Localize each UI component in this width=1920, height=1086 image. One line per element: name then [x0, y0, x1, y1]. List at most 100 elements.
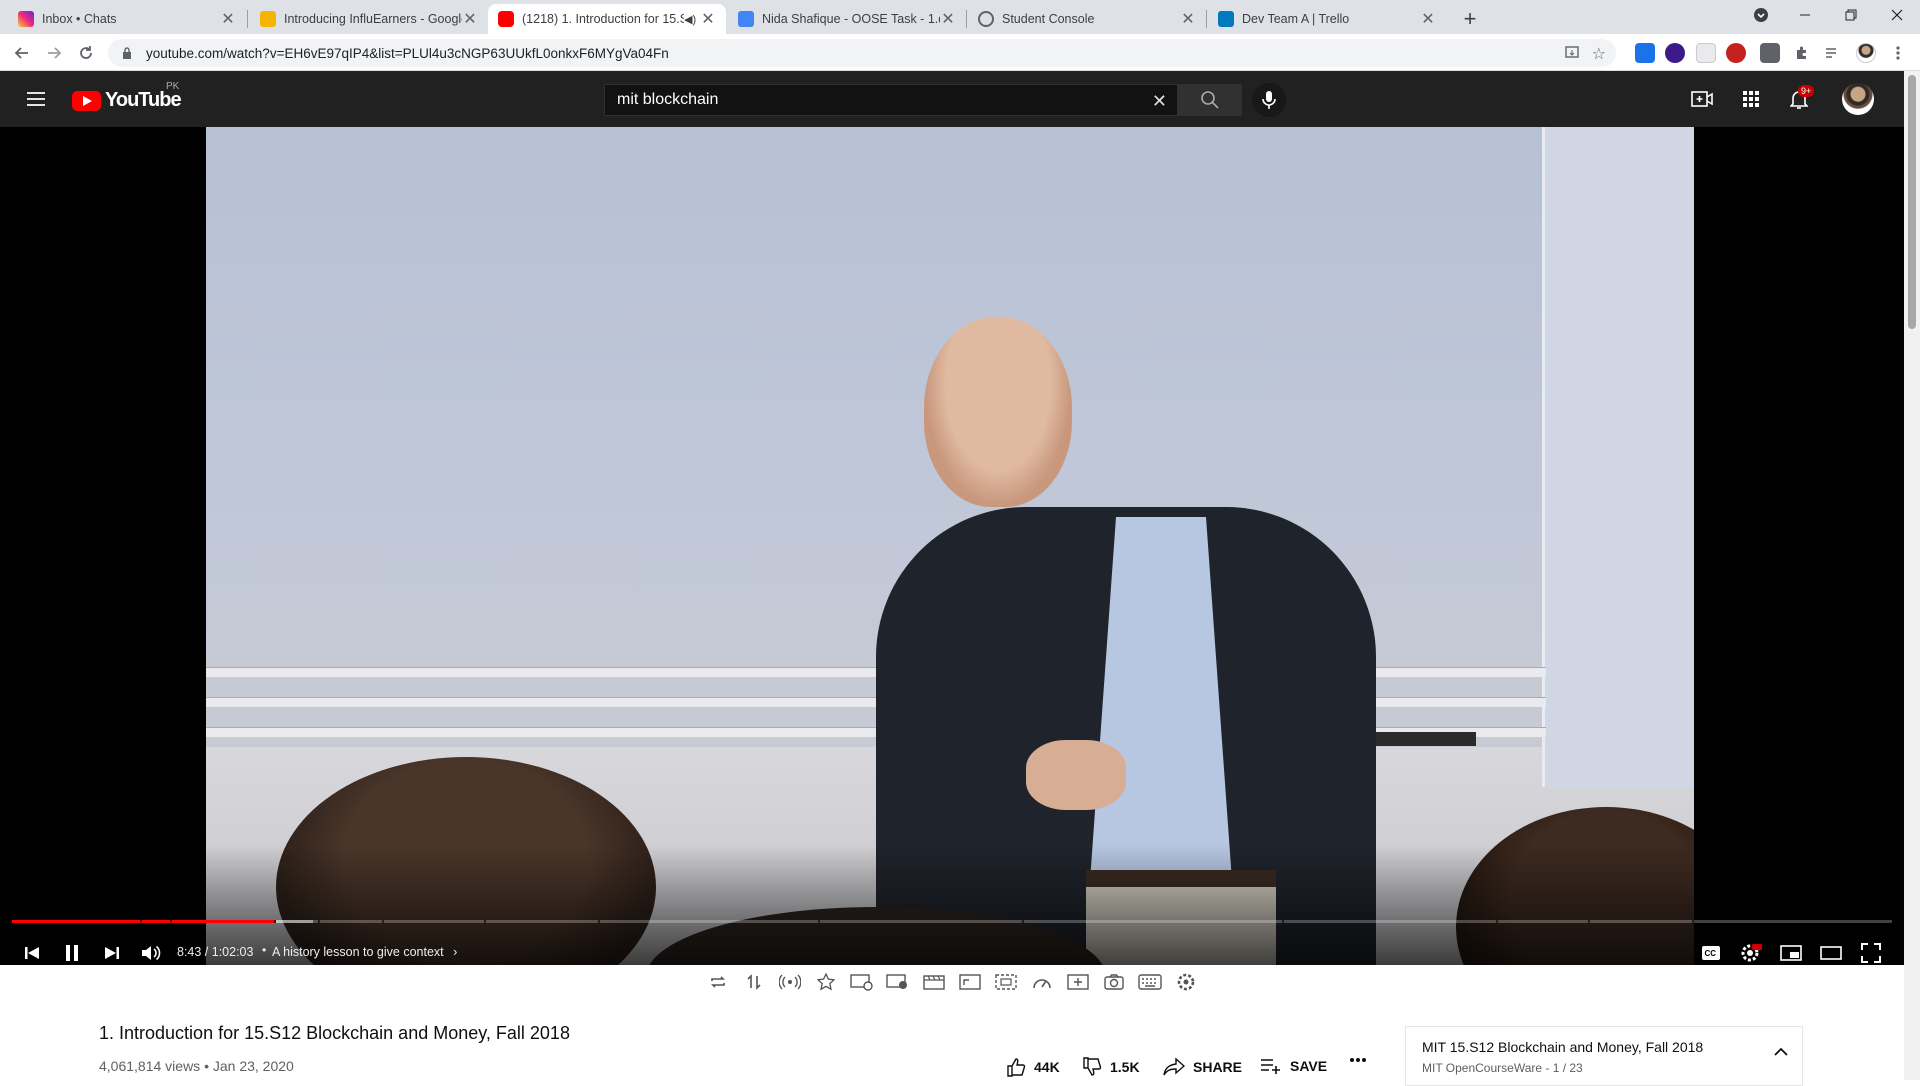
browser-toolbar: youtube.com/watch?v=EH6vE97qIP4&list=PLU… — [0, 34, 1920, 71]
chrome-menu-button[interactable] — [1886, 41, 1910, 65]
playlist-title[interactable]: MIT 15.S12 Blockchain and Money, Fall 20… — [1422, 1039, 1786, 1055]
restore-icon — [1845, 9, 1857, 21]
hide-overlay-icon[interactable] — [849, 970, 875, 994]
video-frame — [206, 127, 1694, 965]
reload-button[interactable] — [74, 41, 98, 65]
chapter-marker — [1282, 920, 1284, 923]
notification-badge: 9+ — [1798, 85, 1815, 97]
chapter-marker — [140, 920, 142, 923]
sort-icon[interactable] — [741, 970, 767, 994]
video-player[interactable]: 8:43 / 1:02:03 • A history lesson to giv… — [0, 127, 1904, 965]
speedometer-icon[interactable] — [1029, 970, 1055, 994]
extension-icon[interactable] — [1635, 43, 1655, 63]
media-control-button[interactable] — [1820, 41, 1844, 65]
settings-button[interactable] — [1733, 935, 1769, 965]
tab-student-console[interactable]: Student Console ✕ — [968, 4, 1206, 34]
chapter-title[interactable]: A history lesson to give context › — [272, 945, 457, 959]
apps-button[interactable] — [1739, 87, 1763, 111]
pip-icon[interactable] — [993, 970, 1019, 994]
chapter-marker — [1496, 920, 1498, 923]
tab-divider — [1206, 10, 1207, 28]
fullscreen-button[interactable] — [1853, 935, 1889, 965]
close-window-button[interactable] — [1874, 0, 1920, 30]
theater-mode-button[interactable] — [1813, 935, 1849, 965]
next-button[interactable] — [94, 935, 130, 965]
speaker-icon[interactable]: ◀︎) — [684, 13, 700, 26]
youtube-logo[interactable]: YouTube PK — [72, 81, 182, 112]
mute-button[interactable] — [134, 935, 170, 965]
gear-icon[interactable] — [1173, 970, 1199, 994]
chevron-up-icon[interactable] — [1774, 1047, 1788, 1057]
miniplayer-button[interactable] — [1773, 935, 1809, 965]
extension-icon[interactable] — [1760, 43, 1780, 63]
extension-icon[interactable] — [1696, 43, 1716, 63]
save-button[interactable]: SAVE — [1260, 1057, 1327, 1075]
bookmark-star-icon[interactable]: ☆ — [1592, 44, 1606, 64]
page-scrollbar[interactable] — [1904, 71, 1920, 1080]
screenshot-icon[interactable] — [1101, 970, 1127, 994]
close-icon[interactable]: ✕ — [700, 9, 716, 29]
close-icon[interactable]: ✕ — [1180, 9, 1196, 29]
close-icon[interactable]: ✕ — [220, 9, 236, 29]
share-button[interactable]: SHARE — [1163, 1057, 1242, 1077]
extensions-button[interactable] — [1790, 41, 1814, 65]
speaker-hand — [1026, 740, 1126, 810]
arrow-right-icon — [48, 47, 62, 59]
tab-trello[interactable]: Dev Team A | Trello ✕ — [1208, 4, 1446, 34]
new-tab-button[interactable]: + — [1456, 6, 1484, 34]
loop-icon[interactable] — [705, 970, 731, 994]
tab-youtube[interactable]: (1218) 1. Introduction for 15.S12 ◀︎) ✕ — [488, 4, 726, 34]
captions-button[interactable]: CC — [1693, 935, 1729, 965]
microphone-icon — [1262, 91, 1276, 109]
playlist-subtitle: MIT OpenCourseWare - 1 / 23 — [1422, 1061, 1583, 1075]
create-button[interactable] — [1690, 87, 1714, 111]
pause-button[interactable] — [54, 935, 90, 965]
cinema-icon[interactable] — [921, 970, 947, 994]
account-avatar[interactable] — [1842, 83, 1874, 115]
video-title: 1. Introduction for 15.S12 Blockchain an… — [99, 1023, 570, 1043]
chapter-marker — [170, 920, 172, 923]
add-frame-icon[interactable] — [1065, 970, 1091, 994]
apps-grid-icon — [1743, 91, 1759, 107]
more-vert-icon — [1896, 46, 1900, 60]
youtube-icon — [498, 11, 514, 27]
voice-search-button[interactable] — [1252, 83, 1286, 117]
forward-button[interactable] — [42, 41, 66, 65]
clear-search-icon[interactable]: ✕ — [1152, 91, 1167, 112]
tab-influearners[interactable]: Introducing InfluEarners - Google ✕ — [250, 4, 488, 34]
broadcast-icon[interactable] — [777, 970, 803, 994]
search-input[interactable]: mit blockchain ✕ — [604, 84, 1178, 116]
close-icon[interactable]: ✕ — [940, 9, 956, 29]
install-icon[interactable] — [1564, 45, 1580, 61]
preview-icon[interactable] — [885, 970, 911, 994]
close-icon[interactable]: ✕ — [462, 9, 478, 29]
tab-inbox[interactable]: Inbox • Chats ✕ — [8, 4, 246, 34]
playlist-add-icon — [1261, 1059, 1280, 1074]
more-actions-button[interactable] — [1349, 1057, 1367, 1063]
address-bar[interactable]: youtube.com/watch?v=EH6vE97qIP4&list=PLU… — [108, 39, 1616, 67]
star-icon[interactable] — [813, 970, 839, 994]
search-button[interactable] — [1178, 84, 1242, 116]
extension-icon[interactable] — [1726, 43, 1746, 63]
tab-search-button[interactable] — [1738, 0, 1784, 30]
restore-button[interactable] — [1828, 0, 1874, 30]
chapter-marker — [274, 920, 276, 923]
previous-button[interactable] — [14, 935, 50, 965]
playlist-panel[interactable]: MIT 15.S12 Blockchain and Money, Fall 20… — [1405, 1026, 1803, 1086]
resize-icon[interactable] — [957, 970, 983, 994]
scrollbar-thumb[interactable] — [1908, 75, 1916, 329]
dislike-button[interactable]: 1.5K — [1082, 1057, 1140, 1077]
tab-docs[interactable]: Nida Shafique - OOSE Task - 1.docx ✕ — [728, 4, 966, 34]
close-icon[interactable]: ✕ — [1420, 9, 1436, 29]
profile-button[interactable] — [1854, 41, 1878, 65]
like-button[interactable]: 44K — [1006, 1057, 1060, 1077]
back-button[interactable] — [10, 41, 34, 65]
svg-text:CC: CC — [1705, 949, 1717, 958]
extension-icon[interactable] — [1665, 43, 1685, 63]
globe-icon — [978, 11, 994, 27]
guide-menu-button[interactable] — [24, 87, 48, 111]
progress-bar[interactable] — [12, 920, 1892, 923]
progress-played — [12, 920, 277, 923]
keyboard-icon[interactable] — [1137, 970, 1163, 994]
minimize-button[interactable] — [1782, 0, 1828, 30]
